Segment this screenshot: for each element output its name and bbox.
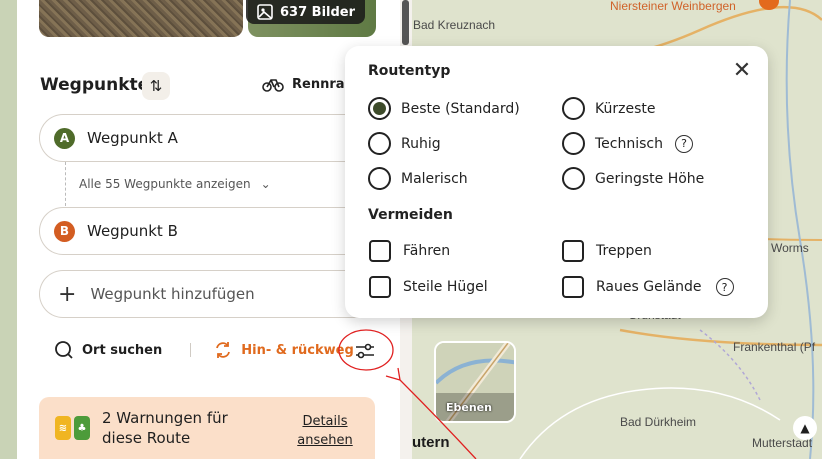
toolbar-divider [190,343,192,357]
double-chevron-down-icon: ⌄ [260,177,271,191]
route-type-label: Malerisch [401,170,468,187]
trail-warning-icon: ♣ [74,416,90,440]
route-type-option[interactable]: Beste (Standard) [368,97,520,120]
image-icon [257,4,273,20]
map-label-niersteiner: Niersteiner Weinbergen [610,0,736,13]
roundtrip-button[interactable]: Hin- & rückweg [213,340,354,360]
avoid-label: Fähren [403,243,451,259]
waypoint-start-field[interactable]: A Wegpunkt A [39,114,392,162]
route-type-option[interactable]: Kürzeste [562,97,655,120]
search-icon [55,341,73,359]
route-photo[interactable] [39,0,243,37]
route-type-label: Geringste Höhe [595,170,705,187]
checkbox[interactable] [369,276,391,298]
route-warnings-banner: ≋ ♣ 2 Warnungen für diese Route Details … [39,397,375,459]
roundtrip-icon [216,342,231,358]
avoid-option[interactable]: Steile Hügel [369,276,488,298]
route-options-button[interactable] [352,340,378,362]
warning-icons: ≋ ♣ [55,416,90,440]
map-label-worms: Worms [771,241,809,255]
map-label-frankenthal: Frankenthal (Pf [733,340,816,354]
warnings-text: 2 Warnungen für diese Route [102,409,228,447]
checkbox[interactable] [562,240,584,262]
route-type-heading: Routentyp [368,63,451,79]
waypoint-start-label: Wegpunkt A [87,129,178,147]
route-type-option[interactable]: Geringste Höhe [562,167,704,190]
avoid-option[interactable]: Raues Gelände ? [562,276,734,298]
map-label-bad-kreuznach: Bad Kreuznach [413,18,496,32]
sport-selector[interactable]: Rennrad [262,76,354,92]
checkbox[interactable] [562,276,584,298]
radio-button[interactable] [368,97,391,120]
radio-button[interactable] [368,167,391,190]
warnings-details-link[interactable]: Details ansehen [295,412,355,450]
waypoint-badge-b: B [54,220,75,242]
radio-button[interactable] [562,167,585,190]
route-type-label: Beste (Standard) [401,100,520,117]
map-style-toggle[interactable]: Ebenen [434,341,516,423]
waypoint-end-field[interactable]: B Wegpunkt B [39,207,392,255]
route-options-popup: ✕ Routentyp Beste (Standard) Kürzeste Ru… [345,46,768,318]
show-all-label: Alle 55 Wegpunkte anzeigen [79,177,251,191]
add-waypoint-placeholder: Wegpunkt hinzufügen [90,285,255,303]
avoid-label: Treppen [596,243,652,259]
radio-button[interactable] [368,132,391,155]
route-type-option[interactable]: Ruhig [368,132,441,155]
waypoint-end-label: Wegpunkt B [87,222,178,240]
swap-vertical-icon: ⇅ [149,77,163,95]
help-icon[interactable]: ? [715,278,734,296]
close-icon[interactable]: ✕ [732,58,752,83]
help-icon[interactable]: ? [674,134,693,153]
route-type-option[interactable]: Malerisch [368,167,468,190]
waypoints-heading: Wegpunkte [40,75,150,95]
photo-count-badge[interactable]: 637 Bilder [246,0,366,24]
map-label-kaiserslautern: utern [412,434,450,451]
avoid-label: Steile Hügel [403,279,488,295]
reverse-waypoints-button[interactable]: ⇅ [142,72,170,100]
avoid-option[interactable]: Fähren [369,240,450,262]
roundtrip-label: Hin- & rückweg [241,342,354,358]
search-place-label: Ort suchen [82,342,163,358]
add-waypoint-input[interactable]: + Wegpunkt hinzufügen [39,270,392,318]
avoid-option[interactable]: Treppen [562,240,652,262]
tree-icon[interactable]: ▲ [793,416,817,440]
panel-scrollbar-thumb[interactable] [402,0,409,45]
route-type-label: Technisch [595,135,663,152]
sliders-icon [356,343,374,359]
route-type-option[interactable]: Technisch ? [562,132,693,155]
waypoint-connector [65,162,66,206]
search-place-button[interactable]: Ort suchen [54,340,162,360]
map-label-bad-duerkheim: Bad Dürkheim [620,415,697,429]
checkbox[interactable] [369,240,391,262]
map-style-label: Ebenen [446,401,492,414]
surface-warning-icon: ≋ [55,416,71,440]
radio-button[interactable] [562,132,585,155]
plus-icon: + [58,281,77,307]
avoid-heading: Vermeiden [368,207,453,223]
bike-icon [262,79,284,92]
avoid-label: Raues Gelände [596,279,702,295]
route-toolbar: Ort suchen Hin- & rückweg [54,340,354,360]
route-type-label: Ruhig [401,135,441,152]
route-type-label: Kürzeste [595,100,656,117]
show-all-waypoints-button[interactable]: Alle 55 Wegpunkte anzeigen ⌄ [79,177,271,191]
radio-button[interactable] [562,97,585,120]
waypoint-badge-a: A [54,127,75,149]
photo-count-label: 637 Bilder [280,4,356,20]
